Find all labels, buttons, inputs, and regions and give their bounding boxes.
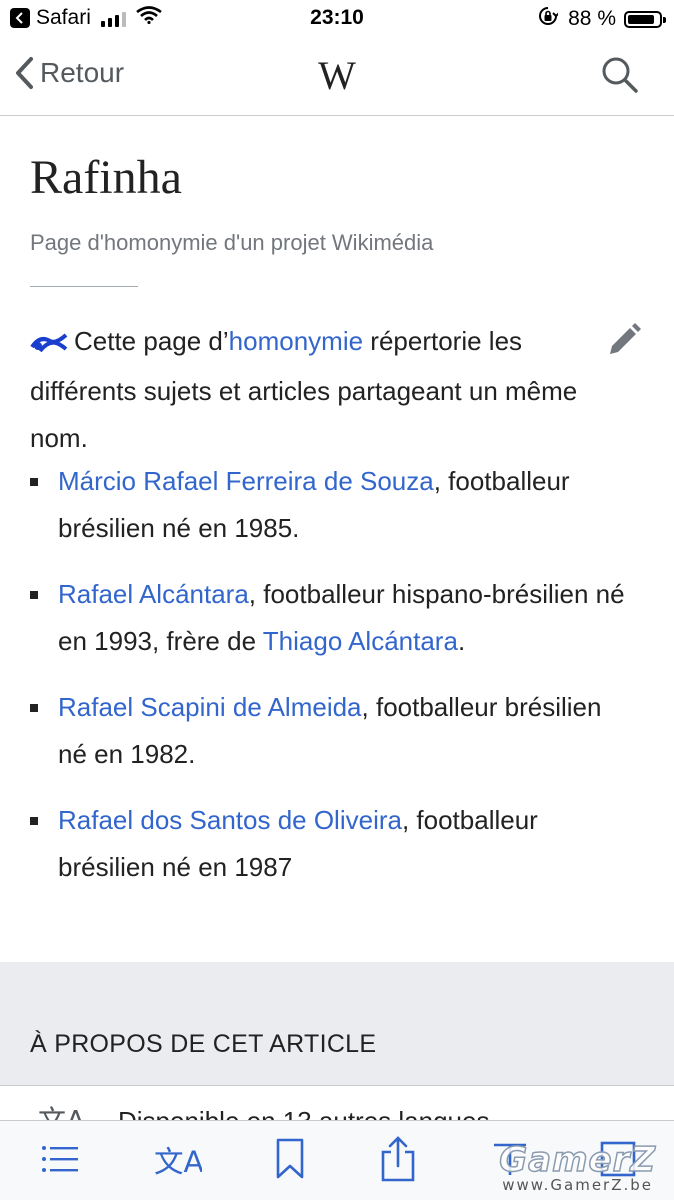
- disambiguation-icon: [30, 321, 68, 368]
- list-item: Márcio Rafael Ferreira de Souza, footbal…: [30, 458, 630, 552]
- list-item: Rafael Scapini de Almeida, footballeur b…: [30, 684, 630, 778]
- list-item: Rafael dos Santos de Oliveira, footballe…: [30, 797, 630, 891]
- list-bullet: [30, 478, 38, 486]
- edit-pencil-icon[interactable]: [606, 322, 642, 363]
- share-icon[interactable]: [374, 1135, 422, 1183]
- list-bullet: [30, 591, 38, 599]
- status-right: 88 %: [538, 6, 666, 32]
- languages-icon[interactable]: 文A: [154, 1135, 202, 1183]
- orientation-lock-icon: [538, 6, 560, 32]
- search-icon[interactable]: [600, 55, 640, 100]
- list-bullet: [30, 704, 38, 712]
- wikipedia-app-screen: Safari 23:10 88 % Retour W Rafinha Page …: [0, 0, 674, 1200]
- bookmark-icon[interactable]: [266, 1135, 314, 1183]
- status-bar: Safari 23:10 88 %: [0, 0, 674, 38]
- watermark-main: GamerZ: [498, 1139, 656, 1181]
- entry-link[interactable]: Rafael Alcántara: [58, 579, 249, 609]
- list-bullet: [30, 817, 38, 825]
- gamerz-watermark-logo: GamerZ www.GamerZ.be: [498, 1139, 656, 1194]
- wikipedia-logo[interactable]: W: [0, 52, 674, 99]
- page-title: Rafinha: [30, 151, 182, 204]
- entry-link[interactable]: Márcio Rafael Ferreira de Souza: [58, 466, 434, 496]
- page-description: Page d'homonymie d'un projet Wikimédia: [30, 230, 434, 255]
- disambiguation-list: Márcio Rafael Ferreira de Souza, footbal…: [30, 458, 630, 891]
- battery-fill: [628, 14, 655, 24]
- entry-description-end: .: [457, 626, 466, 656]
- entry-link[interactable]: Rafael Scapini de Almeida: [58, 692, 362, 722]
- entry-link[interactable]: Rafael dos Santos de Oliveira: [58, 805, 402, 835]
- table-of-contents-icon[interactable]: [36, 1135, 84, 1183]
- disambiguation-intro: Cette page d’homonymie répertorie les di…: [30, 318, 590, 462]
- about-section-title: À PROPOS DE CET ARTICLE: [30, 1030, 377, 1058]
- svg-text:文A: 文A: [154, 1145, 202, 1179]
- list-item: Rafael Alcántara, footballeur hispano-br…: [30, 571, 630, 665]
- about-section: À PROPOS DE CET ARTICLE: [0, 962, 674, 1086]
- title-divider: [30, 286, 138, 287]
- entry-related-link[interactable]: Thiago Alcántara: [263, 626, 458, 656]
- homonymie-link[interactable]: homonymie: [229, 326, 363, 356]
- battery-icon: [624, 10, 666, 28]
- intro-text-before: Cette page d’: [74, 326, 229, 356]
- battery-percent: 88 %: [568, 7, 616, 30]
- watermark-url: www.GamerZ.be: [502, 1176, 654, 1194]
- navigation-bar: Retour W: [0, 38, 674, 116]
